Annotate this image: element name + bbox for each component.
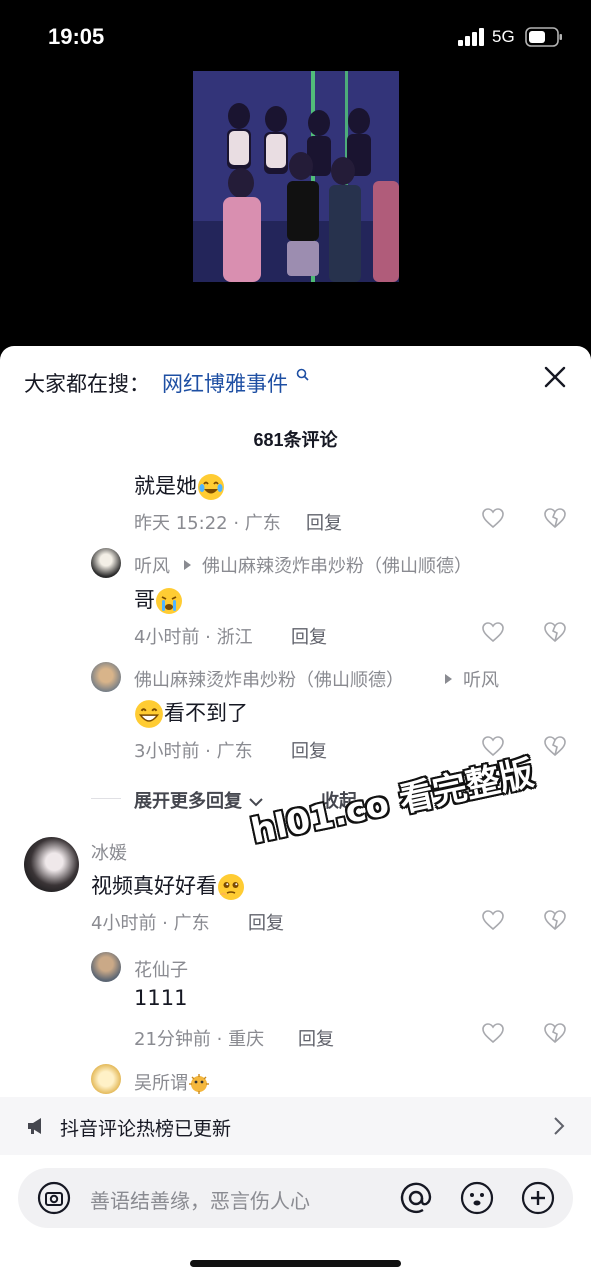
reply-arrow-icon: [184, 560, 191, 570]
dislike-icon[interactable]: [543, 734, 567, 758]
like-icon[interactable]: [481, 620, 505, 644]
dislike-icon[interactable]: [543, 506, 567, 530]
search-keyword[interactable]: 网红博雅事件: [162, 372, 288, 396]
reply-button[interactable]: 回复: [291, 737, 327, 763]
comment-body: 哥: [134, 588, 155, 612]
reply-username-text: 吴所谓: [134, 1073, 188, 1094]
expand-more-label: 展开更多回复: [134, 791, 242, 812]
reply-username[interactable]: 听风: [134, 552, 170, 578]
home-indicator[interactable]: [190, 1260, 401, 1267]
search-suggestion[interactable]: 大家都在搜： 网红博雅事件: [24, 368, 310, 398]
dislike-icon[interactable]: [543, 908, 567, 932]
video-preview[interactable]: [193, 71, 399, 282]
signal-icon: [458, 28, 484, 46]
crying-emoji: [156, 588, 182, 614]
status-bar: 19:05 5G: [0, 0, 591, 72]
avatar[interactable]: [91, 1064, 121, 1094]
reply-target-username[interactable]: 听风: [463, 666, 499, 692]
comment-count: 681条评论: [253, 430, 338, 450]
avatar[interactable]: [91, 952, 121, 982]
comment-body: 视频真好好看: [91, 874, 217, 898]
reply-target-username[interactable]: 佛山麻辣烫炸串炒粉（佛山顺德）: [202, 552, 472, 578]
video-frame: [193, 71, 399, 282]
grinning-emoji: [135, 700, 163, 728]
reply-username[interactable]: 吴所谓: [134, 1069, 210, 1095]
comment-text: 视频真好好看: [91, 870, 245, 901]
comment-time: 21分钟前 · 重庆: [134, 1029, 265, 1050]
reply-username[interactable]: 佛山麻辣烫炸串炒粉（佛山顺德）: [134, 666, 404, 692]
search-suggestion-label: 大家都在搜：: [24, 372, 150, 396]
like-icon[interactable]: [481, 908, 505, 932]
at-mention-icon[interactable]: [399, 1181, 433, 1215]
reply-arrow-icon: [445, 674, 452, 684]
reply-button[interactable]: 回复: [291, 623, 327, 649]
reply-button[interactable]: 回复: [298, 1025, 334, 1051]
chevron-right-icon: [554, 1117, 565, 1135]
comment-input-bar[interactable]: 善语结善缘，恶言伤人心: [18, 1168, 573, 1228]
megaphone-icon: [28, 1118, 41, 1134]
divider: [91, 798, 121, 799]
expand-more-replies-button[interactable]: 展开更多回复: [134, 787, 264, 813]
reply-button[interactable]: 回复: [306, 509, 342, 535]
comment-body: 就是她: [134, 474, 197, 498]
dislike-icon[interactable]: [543, 1021, 567, 1045]
camera-icon[interactable]: [37, 1181, 71, 1215]
comment-time: 3小时前 · 广东: [134, 741, 253, 762]
comment-text: 看不到了: [134, 697, 248, 729]
comment-text: 就是她: [134, 470, 225, 501]
status-time: 19:05: [48, 24, 105, 49]
avatar[interactable]: [24, 837, 79, 892]
comment-time: 4小时前 · 浙江: [134, 627, 253, 648]
comment-body: 看不到了: [164, 701, 248, 725]
comment-time: 4小时前 · 广东: [91, 913, 210, 934]
like-icon[interactable]: [481, 506, 505, 530]
comment-username[interactable]: 冰媛: [91, 839, 127, 865]
search-icon: [296, 368, 309, 381]
dislike-icon[interactable]: [543, 620, 567, 644]
close-icon[interactable]: [540, 362, 570, 392]
battery-icon: [525, 27, 562, 47]
notice-text: 抖音评论热榜已更新: [60, 1118, 232, 1140]
reply-button[interactable]: 回复: [248, 909, 284, 935]
comment-text: 哥: [134, 584, 183, 615]
laughing-crying-emoji: [198, 474, 224, 500]
like-icon[interactable]: [481, 1021, 505, 1045]
avatar[interactable]: [91, 662, 121, 692]
emoji-icon[interactable]: [460, 1181, 494, 1215]
hot-list-notice[interactable]: 抖音评论热榜已更新: [0, 1097, 591, 1155]
network-type: 5G: [492, 27, 515, 46]
pleading-emoji: [218, 874, 244, 900]
comment-input[interactable]: 善语结善缘，恶言伤人心: [90, 1185, 310, 1214]
avatar[interactable]: [91, 548, 121, 578]
comment-time: 昨天 15:22 · 广东: [134, 513, 281, 534]
add-icon[interactable]: [521, 1181, 555, 1215]
reply-username[interactable]: 花仙子: [134, 956, 188, 982]
comment-text: 1111: [134, 986, 188, 1010]
pufferfish-emoji: [189, 1074, 209, 1094]
